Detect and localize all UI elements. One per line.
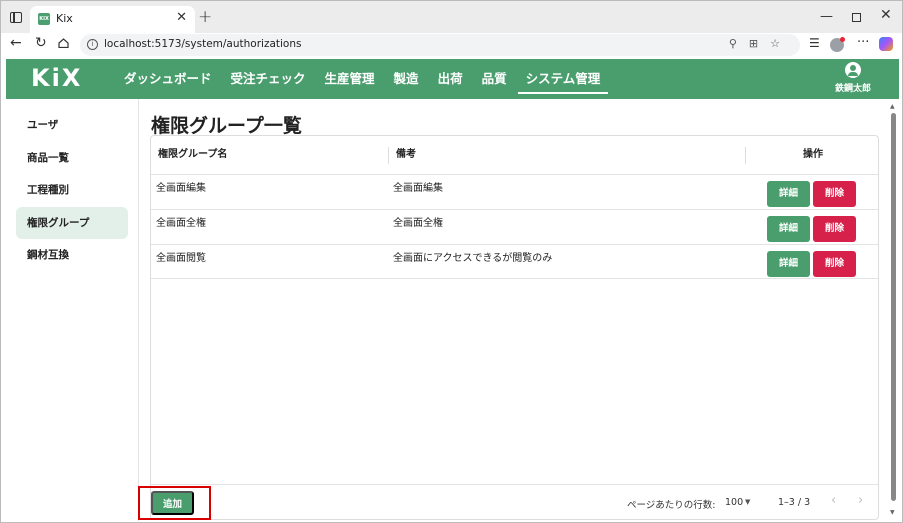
- new-tab-button[interactable]: +: [198, 7, 212, 27]
- favorites-icon[interactable]: ☰: [809, 36, 820, 50]
- nav-system[interactable]: システム管理: [517, 59, 609, 99]
- browser-tab[interactable]: KIX Kix ✕: [30, 6, 195, 33]
- nav-quality[interactable]: 品質: [474, 59, 515, 99]
- reload-icon[interactable]: ↻: [35, 35, 47, 51]
- cell-group-name: 全画面閲覧: [156, 253, 206, 264]
- cell-group-name: 全画面編集: [156, 183, 206, 194]
- delete-button[interactable]: 削除: [813, 216, 856, 242]
- nav-order-check[interactable]: 受注チェック: [223, 59, 314, 99]
- scroll-up-icon[interactable]: ▲: [890, 103, 895, 110]
- account-icon[interactable]: [844, 62, 861, 78]
- window-close-button[interactable]: ✕: [880, 7, 892, 23]
- sidebar-item-permission-groups[interactable]: 権限グループ: [16, 207, 128, 239]
- table-row: 全画面編集 全画面編集 詳細 削除: [151, 174, 878, 209]
- column-separator: [745, 147, 746, 164]
- browser-window: KIX Kix ✕ + — ✕ ← ↻ i localhost:5173/sys…: [0, 0, 903, 523]
- detail-button[interactable]: 詳細: [767, 216, 810, 242]
- column-separator: [388, 147, 389, 164]
- column-header-name[interactable]: 権限グループ名: [158, 136, 227, 174]
- caret-down-icon[interactable]: ▼: [745, 498, 750, 506]
- next-page-icon[interactable]: ›: [858, 493, 863, 508]
- nav-production[interactable]: 生産管理: [317, 59, 383, 99]
- table-row: 全画面全権 全画面全権 詳細 削除: [151, 209, 878, 244]
- column-header-note[interactable]: 備考: [396, 136, 416, 174]
- cell-note: 全画面全権: [393, 218, 443, 229]
- address-bar[interactable]: i localhost:5173/system/authorizations ⚲…: [80, 34, 800, 56]
- table-row: 全画面閲覧 全画面にアクセスできるが閲覧のみ 詳細 削除: [151, 244, 878, 279]
- favicon-icon: KIX: [38, 13, 50, 25]
- prev-page-icon[interactable]: ‹: [831, 493, 836, 508]
- address-bar-icons[interactable]: ⚲⊞☆: [729, 37, 792, 50]
- pagination-range: 1–3 / 3: [778, 497, 811, 508]
- sidebar-item-steel-compat[interactable]: 鋼材互換: [16, 239, 128, 271]
- rows-per-page-select[interactable]: 100: [725, 497, 743, 508]
- minimize-button[interactable]: —: [820, 9, 833, 24]
- table-footer-divider: [151, 484, 878, 485]
- cell-note: 全画面編集: [393, 183, 443, 194]
- scroll-thumb[interactable]: [891, 113, 896, 501]
- sidebar-item-products[interactable]: 商品一覧: [16, 142, 128, 174]
- scrollbar[interactable]: ▲ ▼: [888, 99, 898, 521]
- main-nav: ダッシュボード 受注チェック 生産管理 製造 出荷 品質 システム管理: [116, 59, 611, 99]
- cell-group-name: 全画面全権: [156, 218, 206, 229]
- add-button[interactable]: 追加: [151, 491, 194, 515]
- profile-icon[interactable]: [830, 37, 845, 52]
- user-menu[interactable]: 鉄鋼太郎: [835, 62, 871, 94]
- detail-button[interactable]: 詳細: [767, 181, 810, 207]
- nav-shipping[interactable]: 出荷: [430, 59, 471, 99]
- back-icon[interactable]: ←: [10, 35, 22, 51]
- nav-dashboard[interactable]: ダッシュボード: [116, 59, 220, 99]
- close-tab-icon[interactable]: ✕: [176, 10, 187, 25]
- delete-button[interactable]: 削除: [813, 251, 856, 277]
- tab-title: Kix: [56, 12, 73, 25]
- delete-button[interactable]: 削除: [813, 181, 856, 207]
- nav-manufacturing[interactable]: 製造: [386, 59, 427, 99]
- detail-button[interactable]: 詳細: [767, 251, 810, 277]
- copilot-icon[interactable]: [879, 37, 893, 51]
- sidebar-item-process-types[interactable]: 工程種別: [16, 174, 128, 206]
- url-text[interactable]: localhost:5173/system/authorizations: [104, 38, 301, 50]
- sidebar-toggle-icon[interactable]: [10, 12, 22, 23]
- app-header: KiX ダッシュボード 受注チェック 生産管理 製造 出荷 品質 システム管理 …: [6, 59, 899, 99]
- rows-per-page-label: ページあたりの行数:: [627, 500, 716, 511]
- browser-toolbar: ← ↻ i localhost:5173/system/authorizatio…: [1, 33, 902, 59]
- column-header-actions: 操作: [803, 149, 823, 160]
- permission-group-table: 権限グループ名 備考 操作 全画面編集 全画面編集 詳細 削除 全画面全権 全画…: [150, 135, 879, 520]
- title-bar: KIX Kix ✕ + — ✕: [1, 1, 902, 33]
- scroll-down-icon[interactable]: ▼: [890, 509, 895, 516]
- home-icon[interactable]: [58, 38, 69, 48]
- cell-note: 全画面にアクセスできるが閲覧のみ: [393, 253, 553, 264]
- maximize-button[interactable]: [852, 13, 861, 22]
- page-title: 権限グループ一覧: [151, 115, 302, 137]
- app-logo[interactable]: KiX: [31, 64, 82, 92]
- sidebar-item-users[interactable]: ユーザ: [16, 109, 128, 141]
- more-icon[interactable]: ···: [857, 35, 869, 50]
- side-menu: ユーザ 商品一覧 工程種別 権限グループ 鋼材互換: [6, 99, 139, 521]
- site-info-icon[interactable]: i: [87, 39, 98, 50]
- user-name: 鉄鋼太郎: [834, 84, 871, 94]
